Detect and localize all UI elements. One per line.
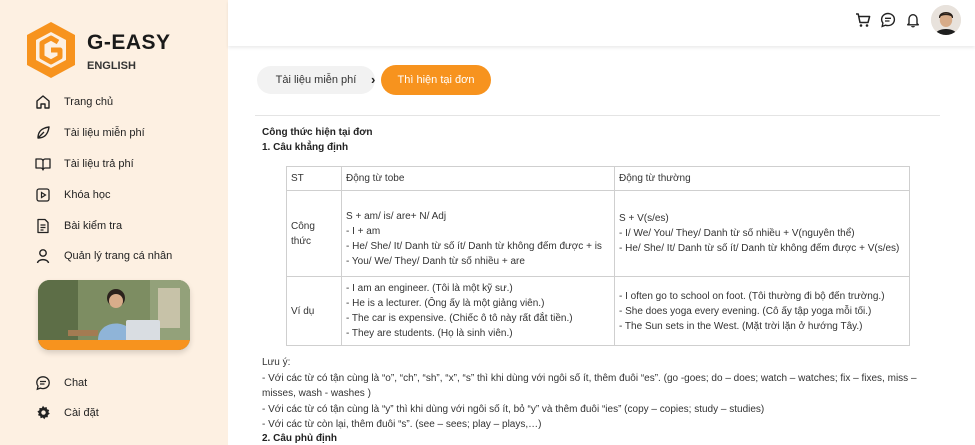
table-header-cell: ST <box>286 166 342 191</box>
content-divider <box>255 115 940 116</box>
table-header-cell: Động từ tobe <box>341 166 615 191</box>
sidebar-item-label: Trang chủ <box>64 96 114 108</box>
sidebar-item-profile[interactable]: Quản lý trang cá nhân <box>34 246 172 266</box>
book-icon <box>34 155 52 173</box>
table-row: Ví dụ - I am an engineer. (Tôi là một kỹ… <box>286 276 910 346</box>
formula-line: - He/ She/ It/ Danh từ số ít/ Danh từ kh… <box>619 243 900 254</box>
sidebar-item-settings[interactable]: Cài đặt <box>34 403 99 423</box>
breadcrumb-current[interactable]: Thì hiện tại đơn <box>381 65 491 95</box>
formula-line: - I/ We/ You/ They/ Danh từ số nhiều + V… <box>619 228 855 239</box>
sidebar: G-EASY ENGLISH Trang chủ Tài liệu miễn p… <box>0 0 228 445</box>
formula-line: - I + am <box>346 225 381 237</box>
sidebar-item-paid-docs[interactable]: Tài liệu trả phí <box>34 154 134 174</box>
example-line: - I often go to school on foot. (Tôi thư… <box>619 290 885 302</box>
sidebar-item-label: Cài đặt <box>64 407 99 419</box>
sidebar-item-home[interactable]: Trang chủ <box>34 92 113 112</box>
promo-image <box>38 280 190 350</box>
video-icon <box>34 186 52 204</box>
sidebar-item-label: Bài kiểm tra <box>64 220 123 232</box>
leaf-icon <box>34 124 52 142</box>
note-line: - Với các từ có tận cùng là “o”, “ch”, “… <box>262 372 917 400</box>
table-header-row: ST Động từ tobe Động từ thường <box>286 166 910 191</box>
example-line: - She does yoga every evening. (Cô ấy tậ… <box>619 305 872 317</box>
home-icon <box>34 93 52 111</box>
table-row: Công thức S + am/ is/ are+ N/ Adj - I + … <box>286 190 910 277</box>
section-heading: 1. Câu khẳng định <box>262 142 349 153</box>
section-heading: 2. Câu phủ định <box>262 433 337 444</box>
g-easy-logo[interactable] <box>24 20 78 80</box>
sidebar-item-label: Chat <box>64 377 88 389</box>
formula-line: - He/ She/ It/ Danh từ số ít/ Danh từ kh… <box>346 240 602 252</box>
sidebar-item-label: Quản lý trang cá nhân <box>64 250 173 262</box>
brand-subtitle: ENGLISH <box>87 60 136 72</box>
example-line: - They are students. (Họ là sinh viên.) <box>346 328 513 339</box>
table-cell: - I often go to school on foot. (Tôi thư… <box>614 276 910 346</box>
example-line: - I am an engineer. (Tôi là một kỹ sư.) <box>346 283 513 294</box>
student-laptop-illustration <box>38 280 190 350</box>
chevron-right-icon: › <box>371 72 376 87</box>
grammar-table: ST Động từ tobe Động từ thường Công thức… <box>286 166 910 346</box>
notes-heading: Lưu ý: <box>262 357 291 368</box>
table-cell: - I am an engineer. (Tôi là một kỹ sư.) … <box>341 276 615 346</box>
document-icon <box>34 217 52 235</box>
sidebar-item-courses[interactable]: Khóa học <box>34 185 110 205</box>
sidebar-item-chat[interactable]: Chat <box>34 373 87 393</box>
avatar[interactable] <box>931 5 961 35</box>
chat-icon <box>34 374 52 392</box>
breadcrumb-parent[interactable]: Tài liệu miễn phí <box>257 66 375 94</box>
article-title: Công thức hiện tại đơn <box>262 127 373 138</box>
sidebar-item-label: Tài liệu trả phí <box>64 158 134 170</box>
sidebar-item-label: Khóa học <box>64 189 111 201</box>
formula-line: S + am/ is/ are+ N/ Adj <box>346 210 447 222</box>
sidebar-item-tests[interactable]: Bài kiểm tra <box>34 216 122 236</box>
gear-icon <box>34 404 52 422</box>
table-cell: S + V(s/es) - I/ We/ You/ They/ Danh từ … <box>614 190 910 277</box>
row-label: Công thức <box>286 190 342 277</box>
brand-name: G-EASY <box>87 31 171 54</box>
cart-icon[interactable] <box>854 11 872 29</box>
bell-icon[interactable] <box>904 11 922 29</box>
user-avatar-icon <box>931 5 961 35</box>
example-line: - The Sun sets in the West. (Mặt trời lặ… <box>619 320 863 332</box>
example-line: - The car is expensive. (Chiếc ô tô này … <box>346 313 573 324</box>
sidebar-item-free-docs[interactable]: Tài liệu miễn phí <box>34 123 145 143</box>
example-line: - He is a lecturer. (Ông ấy là một giảng… <box>346 298 545 309</box>
table-cell: S + am/ is/ are+ N/ Adj - I + am - He/ S… <box>341 190 615 277</box>
note-line: - Với các từ còn lại, thêm đuôi “s”. (se… <box>262 419 542 430</box>
table-header-cell: Động từ thường <box>614 166 910 191</box>
formula-line: - You/ We/ They/ Danh từ số nhiều + are <box>346 255 525 267</box>
formula-line: S + V(s/es) <box>619 213 669 224</box>
user-icon <box>34 247 52 265</box>
sidebar-item-label: Tài liệu miễn phí <box>64 127 145 139</box>
notes-block: Lưu ý: - Với các từ có tận cùng là “o”, … <box>262 355 932 433</box>
message-icon[interactable] <box>879 11 897 29</box>
row-label: Ví dụ <box>286 276 342 346</box>
note-line: - Với các từ có tận cùng là “y” thì khi … <box>262 403 765 415</box>
